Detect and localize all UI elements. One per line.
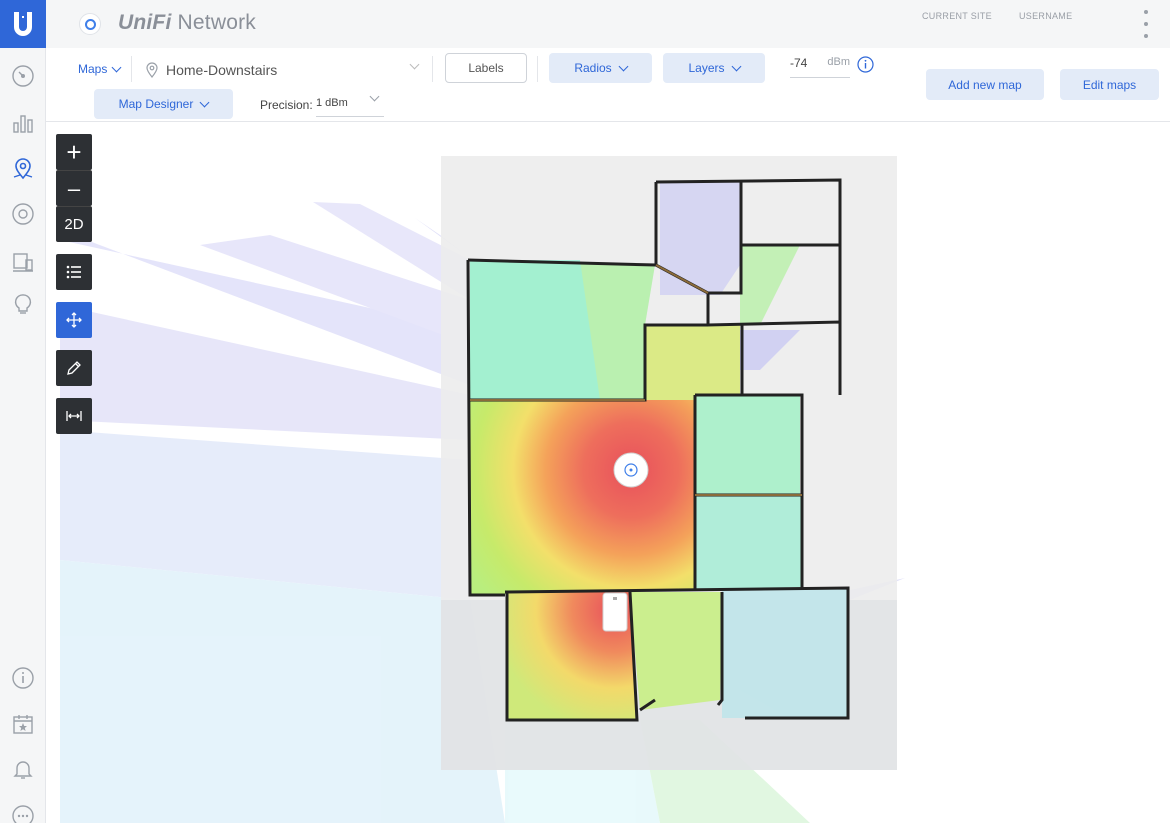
layers-dropdown[interactable]: Layers	[663, 53, 765, 83]
maps-dropdown[interactable]: Maps	[78, 62, 122, 76]
map-name: Home-Downstairs	[166, 62, 278, 78]
chevron-down-icon	[199, 97, 210, 107]
devices-nav-icon[interactable]	[7, 198, 39, 230]
zoom-in-button[interactable]: +	[56, 134, 92, 170]
chevron-down-icon	[111, 62, 122, 72]
maps-dropdown-label: Maps	[78, 62, 108, 76]
layers-label: Layers	[688, 61, 725, 75]
app-brand: UniFi Network	[118, 11, 256, 35]
move-icon[interactable]	[56, 302, 92, 338]
chevron-down-icon	[618, 61, 629, 71]
map-select[interactable]: Home-Downstairs	[144, 59, 420, 81]
clients-nav-icon[interactable]	[7, 246, 39, 278]
info-icon[interactable]	[857, 56, 874, 73]
radios-label: Radios	[574, 61, 612, 75]
insights-nav-icon[interactable]	[7, 288, 39, 320]
divider	[537, 56, 538, 82]
labels-button[interactable]: Labels	[445, 53, 527, 83]
map-nav-icon[interactable]	[7, 153, 39, 185]
signal-value: -74	[790, 56, 808, 70]
map-designer-dropdown[interactable]: Map Designer	[94, 89, 233, 119]
access-point-wall[interactable]	[602, 592, 628, 632]
events-calendar-icon[interactable]	[7, 708, 39, 740]
pencil-icon[interactable]	[56, 350, 92, 386]
ubiquiti-u-icon	[14, 12, 32, 36]
view-mode-toggle[interactable]: 2D	[56, 206, 92, 242]
chevron-down-icon	[731, 61, 741, 71]
more-options-icon[interactable]	[1141, 10, 1151, 38]
divider	[432, 56, 433, 82]
username-menu[interactable]: USERNAME	[1019, 11, 1072, 21]
list-icon[interactable]	[56, 254, 92, 290]
alerts-bell-icon[interactable]	[7, 753, 39, 785]
precision-value: 1 dBm	[316, 97, 348, 109]
current-site-selector[interactable]: CURRENT SITE	[922, 11, 992, 21]
brand-prefix: UniFi	[118, 11, 172, 34]
signal-threshold-input[interactable]: -74 dBm	[790, 56, 850, 78]
top-header: UniFi Network CURRENT SITE USERNAME	[46, 0, 1170, 48]
map-toolbar: Maps Home-Downstairs Labels Radios Layer…	[46, 48, 1170, 122]
chevron-down-icon	[409, 59, 420, 70]
ubiquiti-logo[interactable]	[0, 0, 46, 48]
heatmap-floorplan[interactable]	[46, 122, 1170, 823]
precision-select[interactable]: 1 dBm	[316, 91, 384, 117]
statistics-nav-icon[interactable]	[7, 107, 39, 139]
map-pin-icon	[146, 62, 158, 78]
precision-label: Precision:	[260, 98, 313, 112]
left-nav-rail	[0, 0, 46, 823]
chevron-down-icon	[369, 91, 380, 102]
access-point-ceiling[interactable]	[613, 452, 649, 488]
controller-status-icon	[79, 13, 101, 35]
zoom-out-button[interactable]: –	[56, 170, 92, 206]
edit-maps-button[interactable]: Edit maps	[1060, 69, 1159, 100]
divider	[131, 56, 132, 82]
measure-icon[interactable]	[56, 398, 92, 434]
unifi-network-app: UniFi Network CURRENT SITE USERNAME Maps…	[0, 0, 1170, 823]
dashboard-nav-icon[interactable]	[7, 60, 39, 92]
map-designer-label: Map Designer	[118, 97, 194, 111]
add-new-map-button[interactable]: Add new map	[926, 69, 1044, 100]
signal-unit: dBm	[827, 56, 850, 68]
brand-suffix: Network	[177, 11, 256, 34]
map-canvas[interactable]	[46, 122, 1170, 823]
info-nav-icon[interactable]	[7, 662, 39, 694]
radios-dropdown[interactable]: Radios	[549, 53, 652, 83]
more-nav-icon[interactable]	[7, 800, 39, 823]
